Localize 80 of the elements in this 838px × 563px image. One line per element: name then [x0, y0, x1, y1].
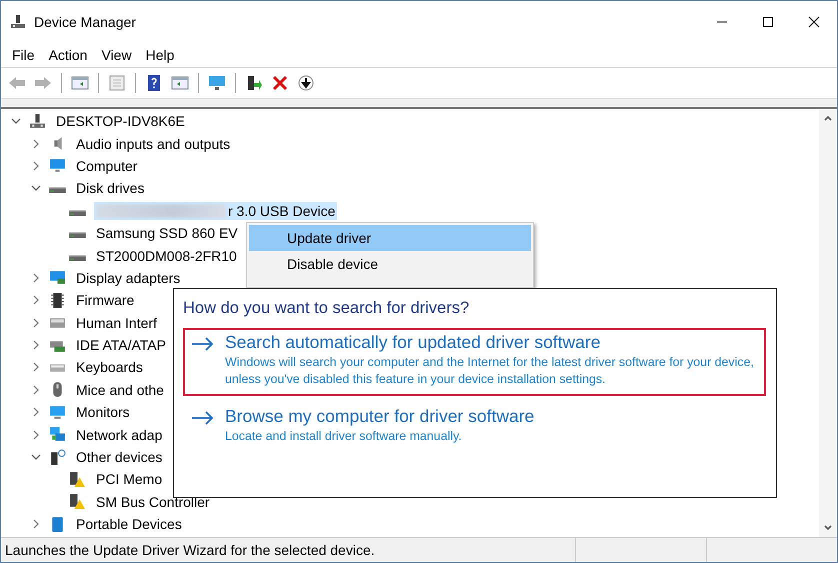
warning-device-icon: [69, 470, 86, 488]
option-title: Search automatically for updated driver software: [225, 332, 602, 353]
tree-item[interactable]: IDE ATA/ATAP: [74, 336, 168, 354]
expand-chevron-icon[interactable]: [31, 183, 41, 194]
menu-item[interactable]: Help: [138, 45, 182, 65]
monitor-icon: [49, 157, 66, 174]
display-adapter-icon: [49, 269, 66, 286]
option-title: Browse my computer for driver software: [225, 406, 534, 427]
disk-drive-icon: [69, 254, 86, 261]
scroll-down-icon[interactable]: [823, 523, 833, 533]
status-text: Launches the Update Driver Wizard for the selected device.: [5, 542, 376, 558]
back-arrow-icon: [8, 75, 26, 91]
tree-item[interactable]: Keyboards: [74, 358, 145, 376]
expand-chevron-icon[interactable]: [31, 430, 41, 440]
option-description: Locate and install driver software manually.: [225, 428, 463, 445]
disk-drive-icon: [69, 210, 86, 216]
menu-item[interactable]: Action: [42, 45, 94, 65]
tree-item[interactable]: ST2000DM008-2FR10: [94, 246, 239, 265]
window-title: Device Manager: [34, 14, 136, 30]
tree-item[interactable]: Samsung SSD 860 EV: [94, 224, 240, 242]
expand-chevron-icon[interactable]: [31, 272, 41, 283]
scrollbar[interactable]: [819, 109, 837, 537]
option-link[interactable]: [183, 328, 766, 396]
tree-item[interactable]: Mice and othe: [74, 380, 166, 399]
expand-chevron-icon[interactable]: [31, 160, 41, 171]
expand-chevron-icon[interactable]: [31, 384, 41, 395]
scan-monitor-icon: [208, 75, 226, 91]
expand-chevron-icon[interactable]: [31, 340, 41, 350]
warning-device-icon: [69, 493, 86, 510]
tree-item[interactable]: Computer: [74, 156, 140, 175]
disk-drive-icon: [69, 232, 86, 238]
tree-item[interactable]: Network adap: [74, 426, 164, 444]
tree-item[interactable]: Firmware: [74, 291, 136, 310]
tree-item[interactable]: Portable Devices: [74, 515, 184, 534]
pane-icon: [71, 75, 89, 91]
arrow-icon: [191, 411, 215, 425]
help-icon: [145, 75, 163, 91]
disk-drive-icon: [49, 187, 66, 194]
tree-item[interactable]: Display adapters: [74, 268, 182, 287]
arrow-icon: [191, 337, 215, 351]
maximize-icon: [762, 16, 774, 28]
monitor-icon: [49, 404, 66, 421]
unknown-device-icon: [49, 448, 66, 466]
expand-chevron-icon[interactable]: [31, 362, 41, 372]
scroll-up-icon[interactable]: [823, 113, 833, 123]
dialog-heading: How do you want to search for drivers?: [183, 299, 470, 318]
expand-chevron-icon[interactable]: [31, 452, 41, 462]
expand-chevron-icon[interactable]: [31, 318, 41, 328]
expand-chevron-icon[interactable]: [11, 116, 21, 126]
properties-icon: [108, 75, 126, 91]
app-icon: [10, 14, 26, 30]
tree-item[interactable]: PCI Memo: [94, 470, 164, 488]
option-link[interactable]: Browse my computer for driver software Locate and install driver software manually.: [183, 402, 766, 453]
tree-item[interactable]: Audio inputs and outputs: [74, 134, 232, 153]
tree-item[interactable]: DESKTOP-IDV8K6E: [54, 112, 187, 130]
option-description: Windows will search your computer and the Internet for the latest driver software for your device, unless you've disabled this feature in your device installation settings.: [225, 354, 755, 388]
network-icon: [49, 426, 66, 444]
close-icon: [808, 16, 820, 28]
menu-item[interactable]: Update driver: [249, 225, 531, 251]
tree-item[interactable]: SM Bus Controller: [94, 492, 212, 511]
expand-chevron-icon[interactable]: [31, 295, 41, 306]
tree-item[interactable]: Human Interf: [74, 314, 159, 332]
tree-item[interactable]: Other devices: [74, 448, 164, 466]
portable-device-icon: [49, 516, 66, 533]
menu-item[interactable]: Disable device: [249, 251, 531, 277]
pane-icon: [171, 75, 189, 91]
tree-item[interactable]: Disk drives: [74, 179, 146, 198]
chip-icon: [49, 292, 66, 309]
remove-icon: [271, 75, 289, 91]
add-driver-icon: [245, 75, 263, 91]
download-icon: [297, 75, 315, 91]
forward-arrow-icon: [34, 75, 52, 91]
menu-item[interactable]: View: [94, 45, 139, 65]
menu-item[interactable]: File: [5, 45, 42, 65]
tree-item[interactable]: Monitors: [74, 403, 132, 422]
computer-icon: [29, 112, 46, 130]
expand-chevron-icon[interactable]: [31, 138, 41, 149]
tree-item[interactable]: r 3.0 USB Device: [94, 202, 338, 220]
expand-chevron-icon[interactable]: [31, 407, 41, 418]
expand-chevron-icon[interactable]: [31, 519, 41, 530]
